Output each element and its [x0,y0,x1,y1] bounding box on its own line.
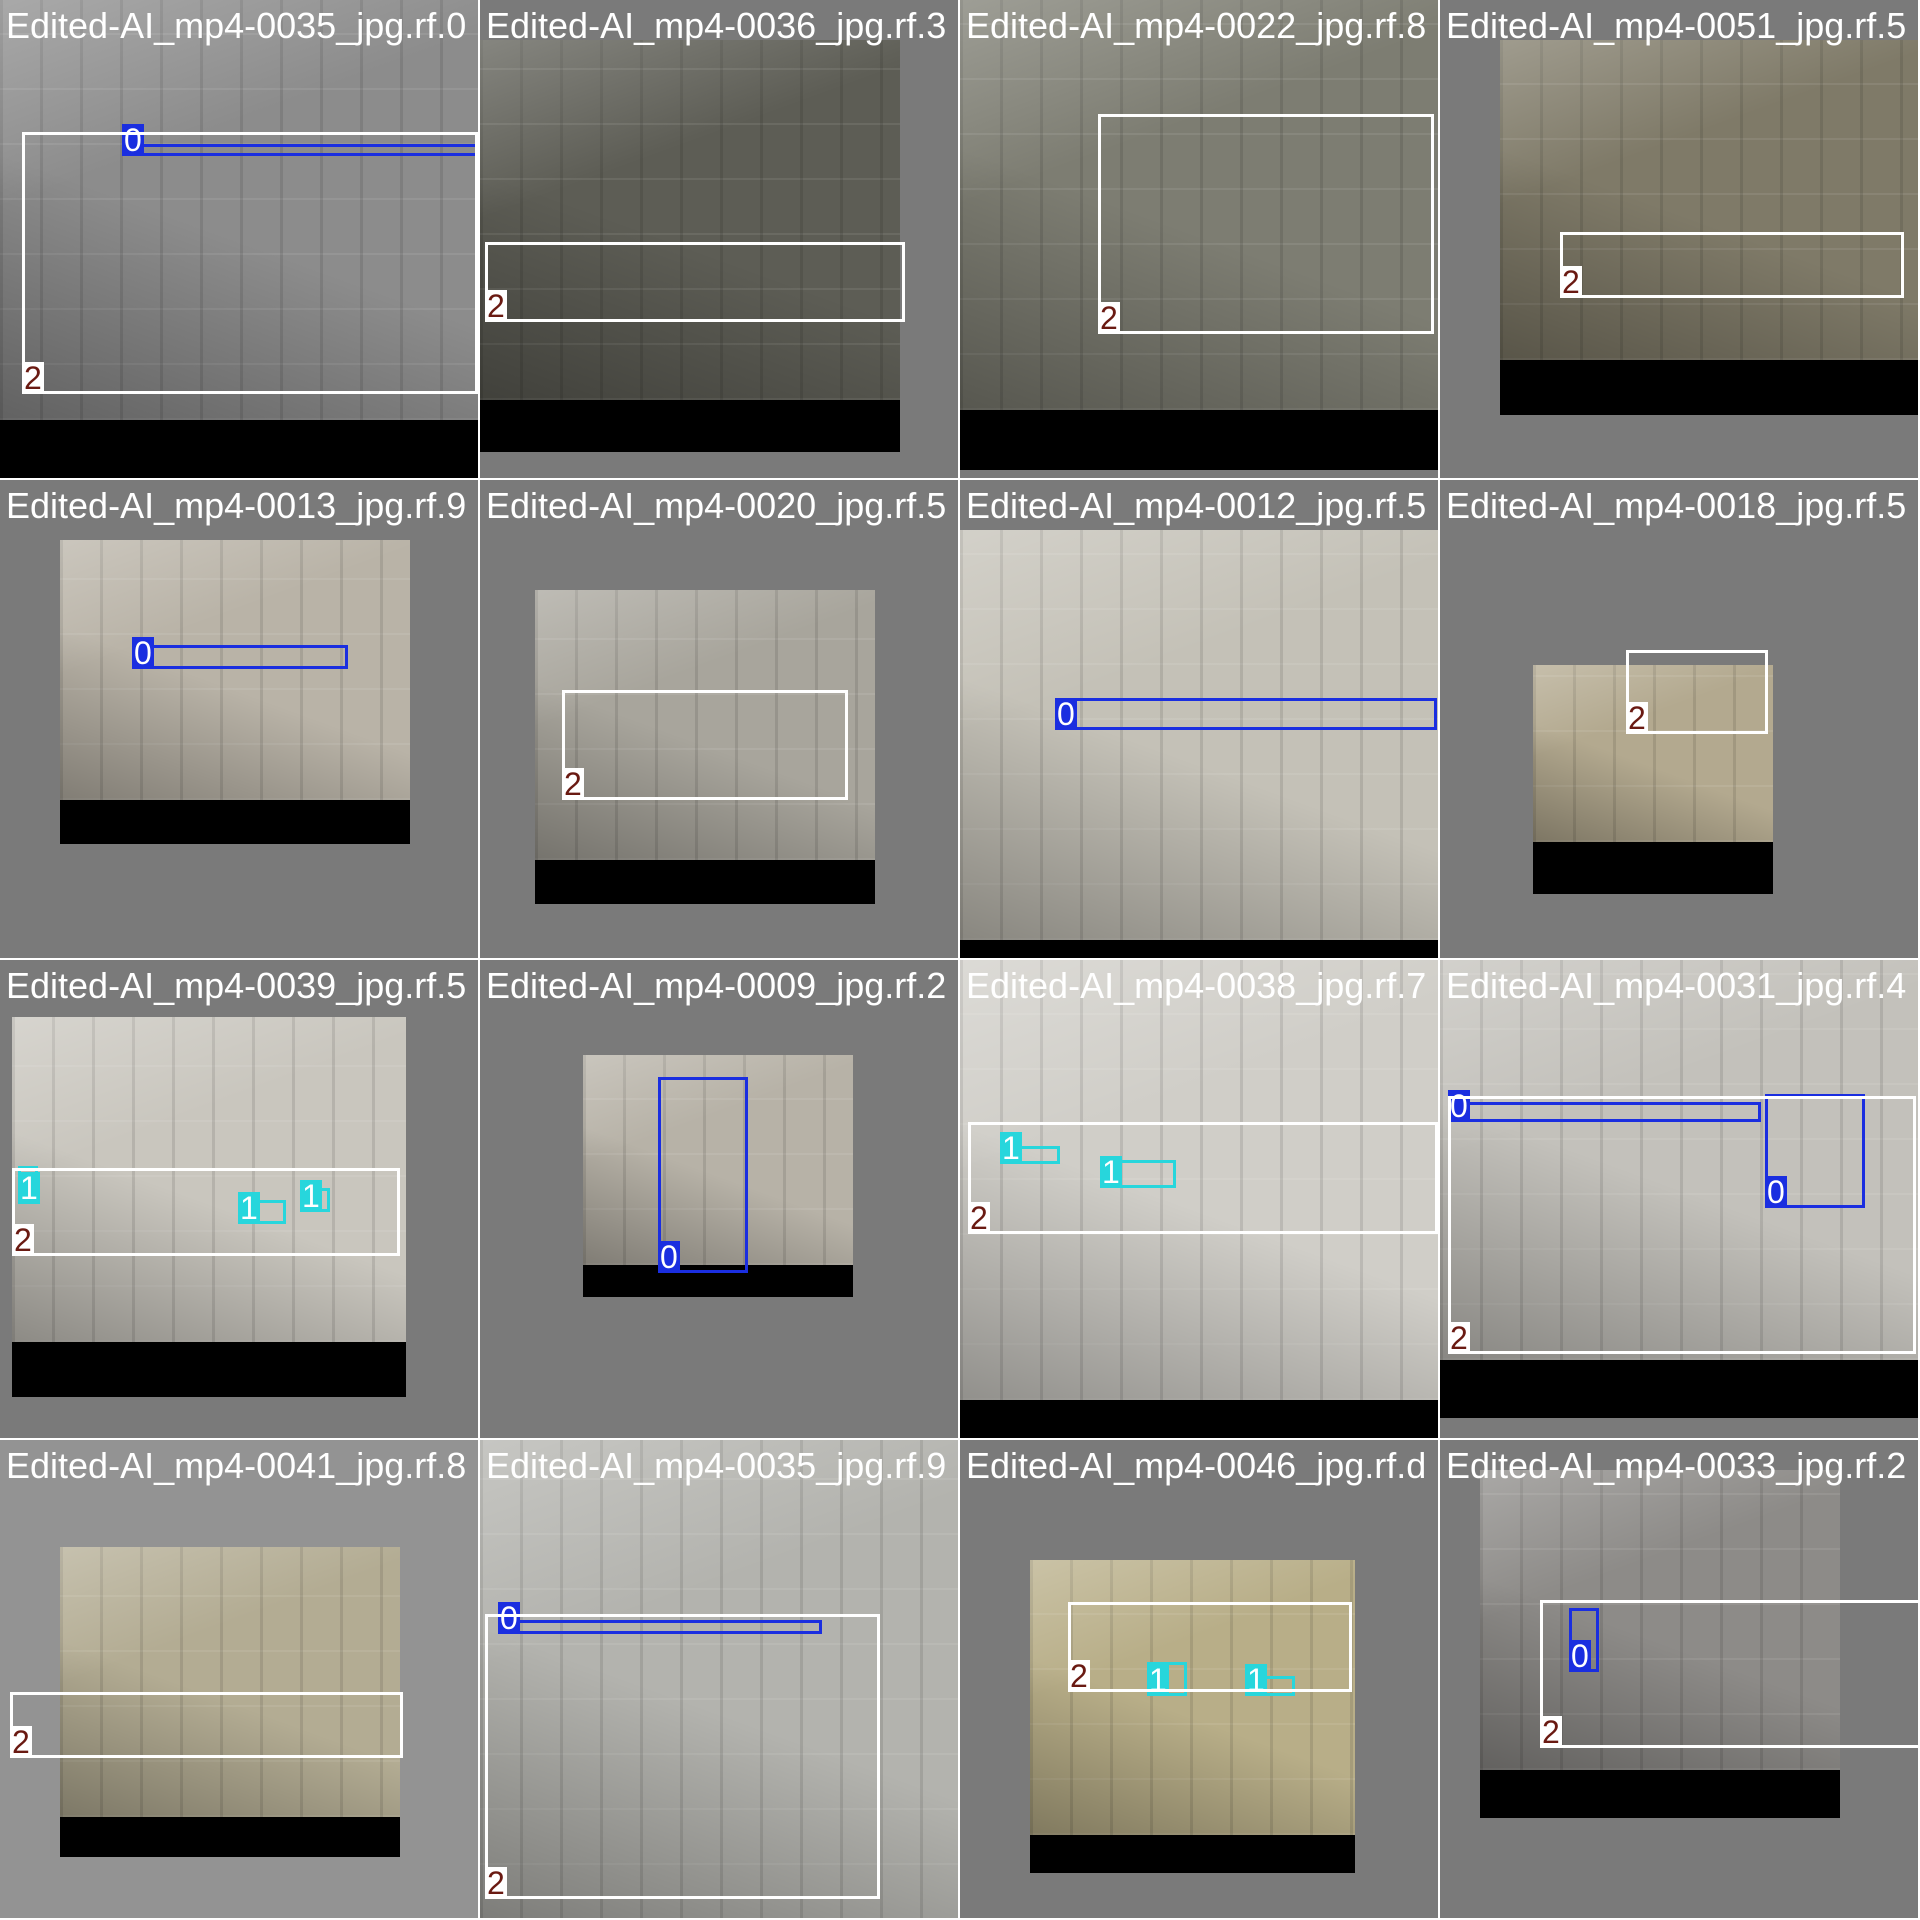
class-label: 2 [22,360,44,396]
tile-filename: Edited-AI_mp4-0013_jpg.rf.9 [6,485,467,526]
tile-filename: Edited-AI_mp4-0051_jpg.rf.5 [1446,5,1907,46]
bounding-box-class-2: 2 [968,1122,1438,1234]
bounding-box-class-2: 2 [485,242,905,322]
class-label: 2 [1448,1320,1470,1356]
letterbox-bar [480,400,900,452]
letterbox-bar [0,420,478,478]
class-label: 0 [132,635,154,671]
class-label: 2 [12,1222,34,1258]
bounding-box-class-2: 2 [22,132,478,394]
bounding-box-class-2: 2 [12,1168,400,1256]
letterbox-bar [960,940,1438,958]
mosaic-tile: 2 Edited-AI_mp4-0018_jpg.rf.5 [1440,480,1920,960]
class-label: 2 [1068,1658,1090,1694]
bounding-box-class-0: 0 [132,637,348,669]
letterbox-bar [60,800,410,844]
tile-filename: Edited-AI_mp4-0035_jpg.rf.0 [6,5,467,46]
letterbox-bar [1533,842,1773,894]
letterbox-bar [1030,1835,1355,1873]
bounding-box-class-2: 2 [1626,650,1768,734]
letterbox-bar [1480,1770,1840,1818]
class-label: 2 [1540,1714,1562,1750]
tile-filename: Edited-AI_mp4-0038_jpg.rf.7 [966,965,1427,1006]
scene-photo [480,40,900,400]
letterbox-bar [1440,1360,1918,1418]
bounding-box-class-2: 2 [1448,1096,1916,1354]
tile-filename: Edited-AI_mp4-0022_jpg.rf.8 [966,5,1427,46]
tile-filename: Edited-AI_mp4-0039_jpg.rf.5 [6,965,467,1006]
bounding-box-class-2: 2 [562,690,848,800]
class-label: 2 [10,1724,32,1760]
scene-photo [60,540,410,800]
mosaic-tile: 0 2 Edited-AI_mp4-0033_jpg.rf.2 [1440,1440,1920,1920]
mosaic-tile: 0 2 Edited-AI_mp4-0035_jpg.rf.9 [480,1440,960,1920]
mosaic-tile: 0 Edited-AI_mp4-0009_jpg.rf.2 [480,960,960,1440]
class-label: 0 [658,1239,680,1275]
class-label: 0 [1055,696,1077,732]
tile-filename: Edited-AI_mp4-0018_jpg.rf.5 [1446,485,1907,526]
tile-filename: Edited-AI_mp4-0036_jpg.rf.3 [486,5,947,46]
bounding-box-class-0: 0 [658,1077,748,1273]
letterbox-bar [1500,360,1918,415]
tile-filename: Edited-AI_mp4-0041_jpg.rf.8 [6,1445,467,1486]
letterbox-bar [60,1817,400,1857]
letterbox-bar [960,1400,1438,1438]
class-label: 2 [1098,300,1120,336]
class-label: 2 [485,1865,507,1901]
bounding-box-class-2: 2 [1540,1600,1918,1750]
mosaic-tile: 0 Edited-AI_mp4-0013_jpg.rf.9 [0,480,480,960]
tile-filename: Edited-AI_mp4-0033_jpg.rf.2 [1446,1445,1907,1486]
mosaic-tile: 2 Edited-AI_mp4-0022_jpg.rf.8 [960,0,1440,480]
letterbox-bar [12,1342,406,1397]
class-label: 2 [562,766,584,802]
mosaic-tile: 1 1 2 Edited-AI_mp4-0038_jpg.rf.7 [960,960,1440,1440]
mosaic-tile: 2 Edited-AI_mp4-0036_jpg.rf.3 [480,0,960,480]
mosaic-tile: 2 Edited-AI_mp4-0020_jpg.rf.5 [480,480,960,960]
mosaic-tile: 0 0 2 Edited-AI_mp4-0031_jpg.rf.4 [1440,960,1920,1440]
tile-filename: Edited-AI_mp4-0020_jpg.rf.5 [486,485,947,526]
detection-mosaic: 0 2 Edited-AI_mp4-0035_jpg.rf.0 2 Edited-AI_… [0,0,1920,1920]
mosaic-tile: 0 2 Edited-AI_mp4-0035_jpg.rf.0 [0,0,480,480]
scene-photo [60,1547,400,1817]
letterbox-bar [960,410,1438,470]
tile-filename: Edited-AI_mp4-0035_jpg.rf.9 [486,1445,947,1486]
tile-filename: Edited-AI_mp4-0009_jpg.rf.2 [486,965,947,1006]
letterbox-bar [535,860,875,904]
bounding-box-class-2: 2 [10,1692,403,1758]
tile-filename: Edited-AI_mp4-0046_jpg.rf.d [966,1445,1427,1486]
bounding-box-class-2: 2 [485,1614,880,1899]
scene-photo [960,530,1438,940]
bounding-box-class-2: 2 [1098,114,1434,334]
bounding-box-class-2: 2 [1560,232,1904,298]
class-label: 2 [1626,700,1648,736]
mosaic-tile: 1 1 2 Edited-AI_mp4-0046_jpg.rf.d [960,1440,1440,1920]
mosaic-tile: 2 Edited-AI_mp4-0051_jpg.rf.5 [1440,0,1920,480]
class-label: 2 [485,288,507,324]
class-label: 2 [1560,264,1582,300]
tile-filename: Edited-AI_mp4-0031_jpg.rf.4 [1446,965,1907,1006]
bounding-box-class-2: 2 [1068,1602,1352,1692]
scene-photo [1500,40,1918,360]
bounding-box-class-0: 0 [1055,698,1437,730]
mosaic-tile: 1 1 1 2 Edited-AI_mp4-0039_jpg.rf.5 [0,960,480,1440]
mosaic-tile: 2 Edited-AI_mp4-0041_jpg.rf.8 [0,1440,480,1920]
mosaic-tile: 0 Edited-AI_mp4-0012_jpg.rf.5 [960,480,1440,960]
tile-filename: Edited-AI_mp4-0012_jpg.rf.5 [966,485,1427,526]
class-label: 2 [968,1200,990,1236]
